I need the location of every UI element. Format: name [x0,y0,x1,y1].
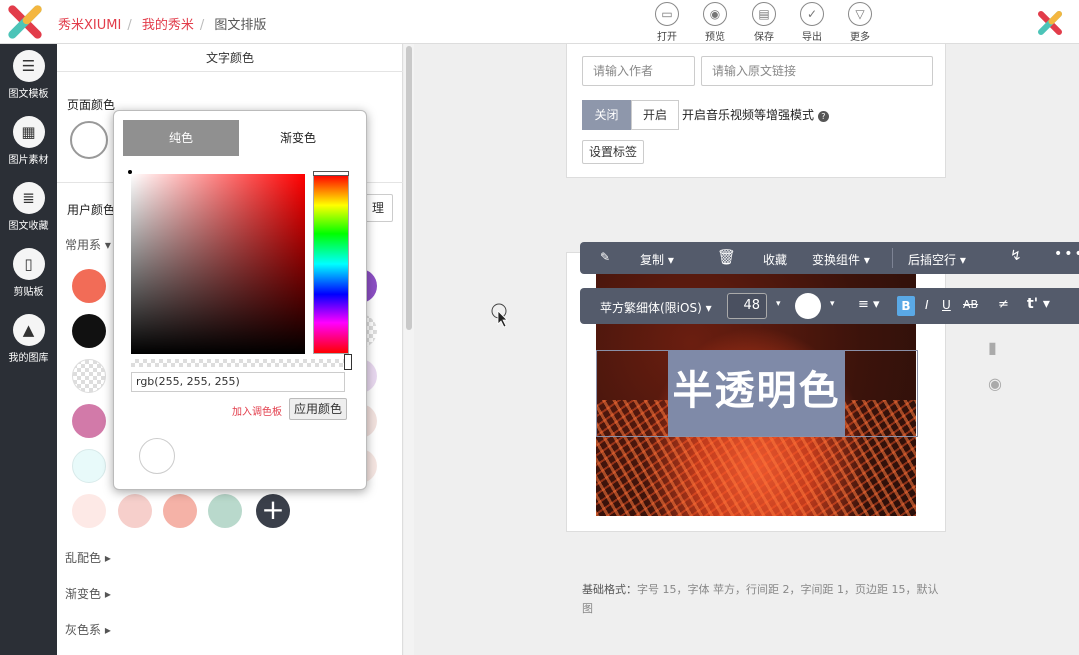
font-size-input[interactable]: 48 [727,293,767,319]
nav-item-images[interactable]: ▦ 图片素材 [0,116,57,166]
article-settings-card: 请输入作者 请输入原文链接 关闭 开启 开启音乐视频等增强模式 ? 设置标签 [566,44,946,178]
text-color-button[interactable] [795,293,821,319]
nav-item-favorites[interactable]: ≣ 图文收藏 [0,182,57,232]
user-color-label: 用户颜色 [67,203,116,217]
nav-item-clipboard[interactable]: ▯ 剪贴板 [0,248,57,298]
check-icon: ✓ [800,2,824,26]
color-swatch[interactable] [72,314,106,348]
printer-icon: ▤ [752,2,776,26]
left-nav: ☰ 图文模板 ▦ 图片素材 ≣ 图文收藏 ▯ 剪贴板 ▲ 我的图库 [0,44,57,655]
more-button[interactable]: ▽ 更多 [839,2,881,43]
italic-button[interactable]: I [925,298,929,312]
more-icon[interactable]: ••• [1054,246,1079,262]
chart-icon[interactable]: ▮ [988,338,997,357]
panel-scrollbar-thumb[interactable] [406,46,412,330]
headline-text[interactable]: 半透明色 [668,358,845,416]
preview-button[interactable]: ◉ 预览 [694,2,736,43]
color-swatch[interactable] [72,449,106,483]
toolbar-divider [892,248,893,268]
tab-gradient-color[interactable]: 渐变色 [239,120,357,156]
color-swatch[interactable] [118,494,152,528]
top-bar: 秀米XIUMI / 我的秀米 / 图文排版 ▭ 打开 ◉ 预览 ▤ 保存 ✓ 导出 ▽ 更多 [0,0,1079,44]
text-style-icon[interactable]: t' ▾ [1027,296,1050,312]
enhance-off-toggle[interactable]: 关闭 [582,100,631,130]
insert-blank-button[interactable]: 后插空行 ▾ [908,251,966,268]
hue-handle[interactable] [313,171,349,176]
delete-icon[interactable]: 🗑 [717,248,736,266]
color-swatch[interactable] [72,404,106,438]
transparent-swatch[interactable] [72,359,106,393]
source-link-input[interactable]: 请输入原文链接 [701,56,933,86]
section-gradient[interactable]: 渐变色 ▸ [65,585,111,602]
nav-item-templates[interactable]: ☰ 图文模板 [0,50,57,100]
eye-icon: ◉ [703,2,727,26]
section-random[interactable]: 乱配色 ▸ [65,549,111,566]
enhance-label: 开启音乐视频等增强模式 ? [682,106,829,123]
add-color-button[interactable]: + [256,494,290,528]
align-center-icon[interactable]: ≡ ▾ [858,297,880,312]
add-to-palette-link[interactable]: 加入调色板 [232,403,282,418]
font-size-dropdown[interactable]: ▾ [776,299,781,309]
brush-icon[interactable]: ↯ [1010,248,1022,264]
alpha-handle[interactable] [344,354,352,370]
xiumi-logo-icon[interactable] [6,4,44,40]
mountain-icon: ▲ [12,314,45,346]
text-spacing-icon[interactable]: ≠ [998,297,1009,312]
breadcrumb-current: 图文排版 [214,18,267,33]
font-select[interactable]: 苹方繁细体(限iOS) ▾ [600,299,712,316]
image-icon: ▦ [12,116,45,148]
xiumi-logo-right-icon[interactable] [1034,8,1066,38]
breadcrumb: 秀米XIUMI / 我的秀米 / 图文排版 [58,18,267,33]
rgb-input[interactable]: rgb(255, 255, 255) [131,372,345,392]
section-gray[interactable]: 灰色系 ▸ [65,621,111,638]
help-icon[interactable]: ? [817,111,829,122]
pin-icon[interactable]: ✎ [600,250,610,264]
bold-button[interactable]: B [897,296,915,316]
clipboard-icon: ▯ [12,248,45,280]
apply-color-button[interactable]: 应用颜色 [289,398,347,420]
page-color-label: 页面颜色 [67,98,116,112]
color-swatch[interactable] [72,494,106,528]
list-icon: ☰ [12,50,45,82]
eye-icon[interactable]: ◉ [988,374,1002,393]
strikethrough-button[interactable]: AB [963,298,978,311]
panel-title: 文字颜色 [57,44,403,72]
text-format-toolbar: 苹方繁细体(限iOS) ▾ 48 ▾ ▾ ≡ ▾ B I U AB ≠ t' ▾ [580,288,1079,324]
text-color-dropdown[interactable]: ▾ [830,299,835,309]
author-input[interactable]: 请输入作者 [582,56,695,86]
folder-icon: ▭ [655,2,679,26]
color-picker-popup: 纯色 渐变色 rgb(255, 255, 255) 加入调色板 应用颜色 [113,110,367,490]
copy-button[interactable]: 复制 ▾ [640,251,674,268]
breadcrumb-mine[interactable]: 我的秀米 [142,18,194,33]
common-colors-label[interactable]: 常用系 ▾ [65,236,111,253]
chevron-down-icon: ▽ [848,2,872,26]
page-color-swatch[interactable] [70,121,108,159]
export-button[interactable]: ✓ 导出 [791,2,833,43]
color-swatch[interactable] [163,494,197,528]
enhance-on-toggle[interactable]: 开启 [631,100,679,130]
transform-button[interactable]: 变换组件 ▾ [812,251,870,268]
underline-button[interactable]: U [942,298,951,312]
mouse-cursor-icon [491,303,508,328]
tab-solid-color[interactable]: 纯色 [123,120,239,156]
nav-item-gallery[interactable]: ▲ 我的图库 [0,314,57,364]
color-swatch[interactable] [72,269,106,303]
component-toolbar: ✎ 复制 ▾ 🗑 收藏 变换组件 ▾ 后插空行 ▾ ↯ ••• [580,242,1079,274]
saturation-value-area[interactable] [131,174,305,354]
open-button[interactable]: ▭ 打开 [646,2,688,43]
set-tags-button[interactable]: 设置标签 [582,140,644,164]
breadcrumb-home[interactable]: 秀米XIUMI [58,18,121,33]
base-format-info: 基础格式：字号 15，字体 苹方，行间距 2，字间距 1，页边距 15，默认图 [582,583,939,615]
hue-slider[interactable] [313,174,349,354]
alpha-slider[interactable] [131,359,345,367]
color-preview [139,438,175,474]
bookmark-icon: ≣ [12,182,45,214]
collect-button[interactable]: 收藏 [763,251,787,268]
save-button[interactable]: ▤ 保存 [743,2,785,43]
color-swatch[interactable] [208,494,242,528]
